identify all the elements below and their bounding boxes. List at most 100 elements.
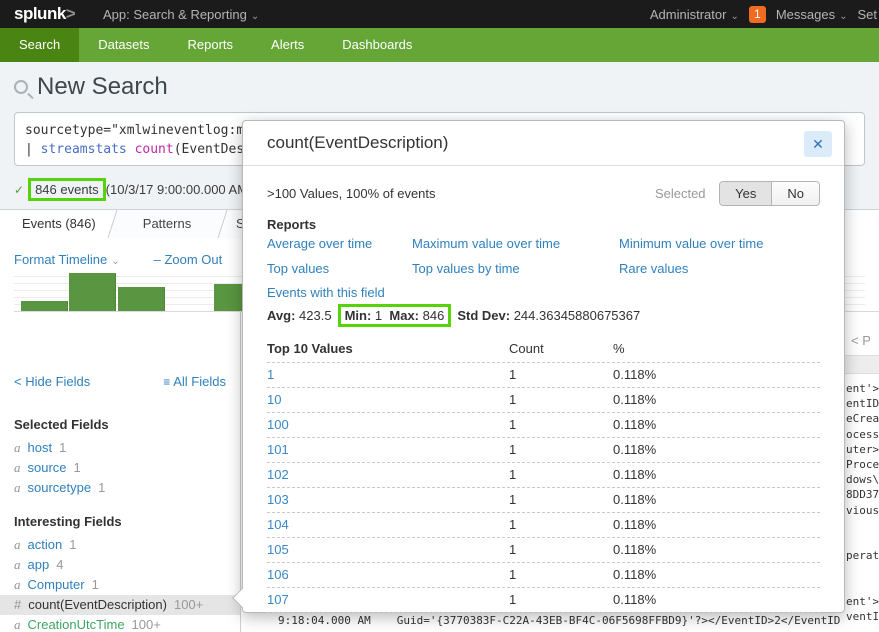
splunk-logo[interactable]: splunk> (14, 4, 76, 24)
nav-item-search[interactable]: Search (0, 28, 80, 62)
top-value-percent: 0.118% (613, 517, 657, 532)
hide-fields-button[interactable]: < Hide Fields (14, 374, 90, 389)
topbar-right: Administrator ⌄ 1 Messages ⌄ Set (650, 0, 879, 28)
timeline-bar[interactable] (69, 273, 117, 311)
report-link-top-values[interactable]: Top values (267, 261, 412, 276)
field-row-count(EventDescription)[interactable]: # count(EventDescription) 100+ (0, 595, 240, 615)
timeline-bar[interactable] (117, 287, 165, 311)
top-value-row: 102 1 0.118% (267, 463, 820, 488)
field-row-source[interactable]: a source 1 (0, 458, 240, 478)
report-link-top-values-by-time[interactable]: Top values by time (412, 261, 619, 276)
selected-yes-button[interactable]: Yes (720, 181, 773, 205)
max-label: Max: (389, 308, 420, 323)
field-link[interactable]: CreationUtcTime (28, 617, 125, 632)
top-value-row: 100 1 0.118% (267, 413, 820, 438)
report-link-minimum-value-over-time[interactable]: Minimum value over time (619, 236, 764, 251)
field-type-icon: a (14, 460, 21, 475)
top-value-percent: 0.118% (613, 442, 657, 457)
field-distinct-count: 100+ (173, 597, 204, 612)
chevron-down-icon: ⌄ (250, 11, 260, 22)
field-link[interactable]: sourcetype (28, 480, 92, 495)
report-link-maximum-value-over-time[interactable]: Maximum value over time (412, 236, 619, 251)
nav-item-reports[interactable]: Reports (169, 28, 253, 62)
top-value-row: 106 1 0.118% (267, 563, 820, 588)
top-value-link[interactable]: 105 (267, 538, 509, 562)
close-icon[interactable]: ✕ (804, 131, 832, 157)
selected-no-button[interactable]: No (772, 181, 819, 205)
field-stats-popup: count(EventDescription) ✕ >100 Values, 1… (232, 120, 845, 613)
top-value-count: 1 (509, 417, 517, 432)
top-value-link[interactable]: 102 (267, 463, 509, 487)
field-stats-line: Avg: 423.5 Min: 1 Max: 846 Std Dev: 244.… (267, 304, 640, 327)
field-type-icon: a (14, 537, 21, 552)
minus-icon: – (153, 252, 161, 267)
tab-events[interactable]: Events (846) (0, 210, 112, 238)
nav-item-dashboards[interactable]: Dashboards (323, 28, 431, 62)
top-value-row: 10 1 0.118% (267, 388, 820, 413)
timeline-controls: Format Timeline⌄ – Zoom Out + (14, 251, 263, 268)
field-link[interactable]: source (28, 460, 67, 475)
top-value-link[interactable]: 100 (267, 413, 509, 437)
timeline-bar[interactable] (21, 301, 68, 311)
top-value-row: 103 1 0.118% (267, 488, 820, 513)
zoom-out-button[interactable]: – Zoom Out (154, 252, 223, 267)
nav-item-datasets[interactable]: Datasets (79, 28, 168, 62)
top-value-percent: 0.118% (613, 567, 657, 582)
event-timestamp: 9:18:04.000 AM (278, 614, 371, 627)
top-value-link[interactable]: 107 (267, 588, 509, 612)
field-row-action[interactable]: a action 1 (0, 535, 240, 555)
top-value-link[interactable]: 104 (267, 513, 509, 537)
top-value-count: 1 (509, 542, 517, 557)
top-value-link[interactable]: 1 (267, 363, 509, 387)
percent-header: % (613, 341, 625, 356)
field-row-host[interactable]: a host 1 (0, 438, 240, 458)
stddev-value: 244.36345880675367 (513, 308, 641, 323)
top-value-row: 107 1 0.118% (267, 588, 820, 613)
top-value-row: 1 1 0.118% (267, 363, 820, 388)
report-link-events-with-this-field[interactable]: Events with this field (267, 285, 412, 300)
field-row-Computer[interactable]: a Computer 1 (0, 575, 240, 595)
user-menu[interactable]: Administrator ⌄ (650, 7, 739, 22)
field-link[interactable]: app (28, 557, 50, 572)
events-pagination-fragment[interactable]: < P (851, 333, 871, 348)
top-value-percent: 0.118% (613, 392, 657, 407)
interesting-fields-heading: Interesting Fields (14, 514, 122, 529)
all-fields-button[interactable]: ≡ All Fields (163, 374, 226, 389)
top-value-count: 1 (509, 392, 517, 407)
top-values-table-header: Top 10 Values Count % (267, 341, 820, 363)
top-value-link[interactable]: 101 (267, 438, 509, 462)
field-type-icon: a (14, 577, 21, 592)
field-row-app[interactable]: a app 4 (0, 555, 240, 575)
report-link-rare-values[interactable]: Rare values (619, 261, 688, 276)
top-value-count: 1 (509, 442, 517, 457)
field-type-icon: a (14, 557, 21, 572)
app-menu[interactable]: App: Search & Reporting ⌄ (103, 7, 259, 22)
top-value-link[interactable]: 10 (267, 388, 509, 412)
tab-patterns[interactable]: Patterns (107, 210, 222, 238)
count-header: Count (509, 341, 544, 356)
report-link-average-over-time[interactable]: Average over time (267, 236, 412, 251)
nav-item-alerts[interactable]: Alerts (252, 28, 323, 62)
top-value-link[interactable]: 103 (267, 488, 509, 512)
field-link[interactable]: count(EventDescription) (28, 597, 167, 612)
spl-function-token: count (126, 142, 174, 157)
top-value-percent: 0.118% (613, 542, 657, 557)
field-link[interactable]: Computer (28, 577, 85, 592)
event-text-fragments: ent'> entID eCrea ocess uter> Proce dows… (846, 382, 879, 624)
top-value-row: 101 1 0.118% (267, 438, 820, 463)
messages-badge: 1 (748, 5, 766, 23)
top-value-count: 1 (509, 492, 517, 507)
field-link[interactable]: host (28, 440, 53, 455)
settings-menu[interactable]: Set (857, 7, 877, 22)
format-timeline-menu[interactable]: Format Timeline ⌄ (14, 252, 120, 267)
field-row-sourcetype[interactable]: a sourcetype 1 (0, 478, 240, 498)
events-count-annotation: 846 events (28, 178, 106, 201)
field-link[interactable]: action (28, 537, 63, 552)
topbar: splunk> App: Search & Reporting ⌄ Adminis… (0, 0, 879, 28)
fields-sidebar: < Hide Fields ≡ All Fields Selected Field… (0, 312, 241, 632)
field-distinct-count: 1 (98, 480, 106, 495)
messages-menu[interactable]: Messages ⌄ (776, 7, 848, 22)
top-value-link[interactable]: 106 (267, 563, 509, 587)
top-value-count: 1 (509, 467, 517, 482)
field-row-CreationUtcTime[interactable]: a CreationUtcTime 100+ (0, 615, 240, 632)
